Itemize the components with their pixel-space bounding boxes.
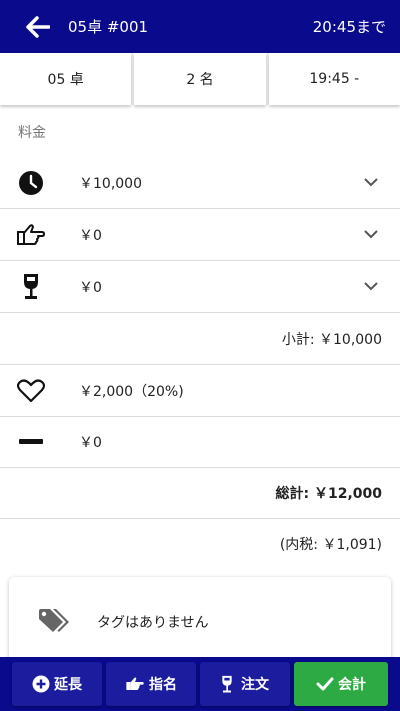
wine-glass-icon — [16, 272, 46, 302]
extend-label: 延長 — [54, 677, 82, 693]
tags-empty-text: タグはありません — [97, 615, 209, 631]
discount-row[interactable]: ￥0 — [0, 416, 400, 468]
order-button[interactable]: 注文 — [200, 662, 290, 706]
clock-icon — [16, 168, 46, 198]
guests-cell[interactable]: 2 名 — [134, 53, 266, 105]
pointing-hand-icon — [126, 677, 144, 690]
tags-card[interactable]: タグはありません — [9, 577, 391, 667]
arrow-left-icon — [26, 15, 50, 38]
checkout-button[interactable]: 会計 — [294, 662, 388, 706]
checkout-label: 会計 — [338, 677, 366, 693]
pointing-hand-icon — [16, 220, 46, 250]
tax-row: (内税: ￥1,091) — [0, 518, 400, 570]
nomination-row[interactable]: ￥0 — [0, 209, 400, 261]
plus-circle-icon — [32, 675, 50, 693]
nomination-amount: ￥0 — [79, 227, 102, 244]
service-charge-amount: ￥2,000（20%) — [79, 383, 184, 400]
subtotal-value: 小計: ￥10,000 — [281, 331, 382, 348]
drinks-amount: ￥0 — [79, 279, 102, 296]
total-row: 総計: ￥12,000 — [0, 467, 400, 519]
info-row: 05 卓 2 名 19:45 - — [0, 53, 400, 105]
drinks-row[interactable]: ￥0 — [0, 261, 400, 313]
subtotal-row: 小計: ￥10,000 — [0, 313, 400, 365]
table-cell[interactable]: 05 卓 — [0, 53, 132, 105]
discount-amount: ￥0 — [79, 434, 102, 451]
nominate-label: 指名 — [149, 677, 177, 693]
page-title: 05卓 #001 — [68, 18, 149, 36]
minus-icon — [16, 427, 46, 457]
total-value: 総計: ￥12,000 — [275, 485, 383, 502]
end-time-label: 20:45まで — [312, 18, 386, 36]
tax-value: (内税: ￥1,091) — [279, 537, 382, 553]
app-bar: 05卓 #001 20:45まで — [0, 0, 400, 53]
chevron-down-icon[interactable] — [364, 178, 378, 187]
heart-icon — [16, 376, 46, 406]
extend-button[interactable]: 延長 — [12, 662, 102, 706]
start-time-cell[interactable]: 19:45 - — [268, 53, 400, 105]
tags-icon — [37, 608, 71, 636]
nominate-button[interactable]: 指名 — [106, 662, 196, 706]
chevron-down-icon[interactable] — [364, 282, 378, 291]
fee-section-label: 料金 — [18, 125, 46, 141]
wine-glass-icon — [222, 675, 232, 692]
bottom-action-bar: 延長 指名 注文 会計 — [0, 657, 400, 711]
service-charge-row[interactable]: ￥2,000（20%) — [0, 365, 400, 417]
time-charge-amount: ￥10,000 — [79, 175, 142, 192]
check-icon — [316, 677, 334, 691]
back-button[interactable] — [26, 0, 66, 53]
order-label: 注文 — [241, 677, 269, 693]
chevron-down-icon[interactable] — [364, 230, 378, 239]
time-charge-row[interactable]: ￥10,000 — [0, 157, 400, 209]
